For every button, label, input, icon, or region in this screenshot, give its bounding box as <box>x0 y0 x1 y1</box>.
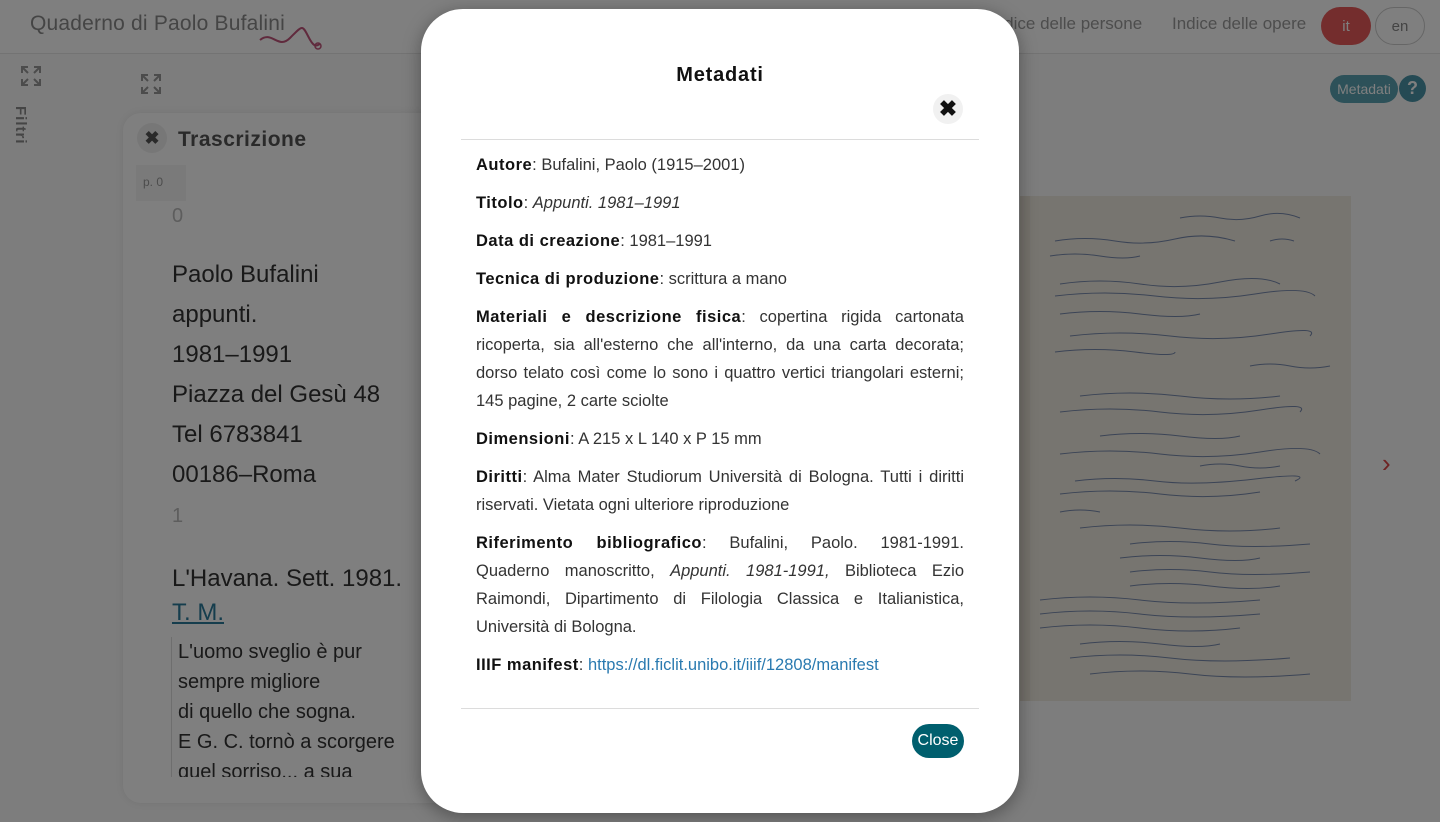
field-tecnica: Tecnica di produzione: scrittura a mano <box>476 265 964 293</box>
field-label: Tecnica di produzione <box>476 270 660 288</box>
field-autore: Autore: Bufalini, Paolo (1915–2001) <box>476 151 964 179</box>
field-data-creazione: Data di creazione: 1981–1991 <box>476 227 964 255</box>
field-diritti: Diritti: Alma Mater Studiorum Università… <box>476 463 964 519</box>
field-label: Data di creazione <box>476 232 621 250</box>
field-label: Materiali e descrizione fisica <box>476 308 742 326</box>
close-button[interactable]: Close <box>912 724 964 758</box>
field-value: : A 215 x L 140 x P 15 mm <box>569 430 762 448</box>
field-label: Titolo <box>476 194 524 212</box>
field-value: : 1981–1991 <box>620 232 712 250</box>
modal-title: Metadati <box>676 64 764 86</box>
metadata-modal: Metadati ✖ Autore: Bufalini, Paolo (1915… <box>421 9 1019 813</box>
field-value-italic: Appunti. 1981-1991, <box>670 562 830 580</box>
field-value: : Bufalini, Paolo (1915–2001) <box>532 156 745 174</box>
modal-body: Autore: Bufalini, Paolo (1915–2001) Tito… <box>476 151 964 689</box>
field-label: IIIF manifest <box>476 656 579 674</box>
field-separator: : <box>578 656 588 674</box>
modal-header-divider <box>461 139 979 140</box>
field-value: : Alma Mater Studiorum Università di Bol… <box>476 468 964 514</box>
field-titolo: Titolo: Appunti. 1981–1991 <box>476 189 964 217</box>
field-materiali: Materiali e descrizione fisica: copertin… <box>476 303 964 415</box>
field-label: Dimensioni <box>476 430 570 448</box>
field-label: Autore <box>476 156 533 174</box>
field-label: Riferimento bibliografico <box>476 534 702 552</box>
field-riferimento: Riferimento bibliografico: Bufalini, Pao… <box>476 529 964 641</box>
field-iiif: IIIF manifest: https://dl.ficlit.unibo.i… <box>476 651 964 679</box>
field-label: Diritti <box>476 468 523 486</box>
modal-footer-divider <box>461 708 979 709</box>
modal-close-icon[interactable]: ✖ <box>933 94 963 124</box>
field-value: : scrittura a mano <box>659 270 787 288</box>
field-separator: : <box>523 194 533 212</box>
field-dimensioni: Dimensioni: A 215 x L 140 x P 15 mm <box>476 425 964 453</box>
field-value: Appunti. 1981–1991 <box>532 194 681 212</box>
iiif-manifest-link[interactable]: https://dl.ficlit.unibo.it/iiif/12808/ma… <box>588 656 879 674</box>
